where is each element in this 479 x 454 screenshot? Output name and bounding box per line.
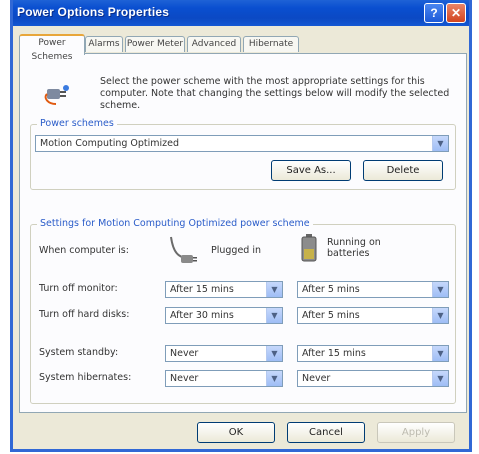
chevron-down-icon[interactable]: ▼: [432, 371, 448, 386]
power-scheme-select[interactable]: Motion Computing Optimized ▼: [35, 135, 449, 152]
monitor-plugged-value: After 15 mins: [170, 284, 234, 295]
title-bar[interactable]: Power Options Properties ? ✕: [13, 0, 469, 26]
hibernate-battery-select[interactable]: Never ▼: [297, 370, 449, 387]
system-hibernates-label: System hibernates:: [39, 372, 132, 383]
hard-disks-battery-select[interactable]: After 5 mins ▼: [297, 307, 449, 324]
tab-alarms[interactable]: Alarms: [85, 36, 123, 52]
chevron-down-icon[interactable]: ▼: [266, 282, 282, 297]
chevron-down-icon[interactable]: ▼: [266, 371, 282, 386]
settings-group-title: Settings for Motion Computing Optimized …: [37, 218, 313, 229]
delete-button[interactable]: Delete: [363, 160, 443, 181]
power-schemes-panel: Select the power scheme with the most ap…: [19, 53, 467, 413]
chevron-down-icon[interactable]: ▼: [266, 346, 282, 361]
save-as-button[interactable]: Save As...: [271, 160, 351, 181]
tab-power-meter[interactable]: Power Meter: [125, 36, 185, 52]
running-on-batteries-label: Running on batteries: [327, 237, 381, 259]
monitor-battery-value: After 5 mins: [302, 284, 360, 295]
power-schemes-group-title: Power schemes: [37, 118, 117, 129]
hibernate-plugged-select[interactable]: Never ▼: [165, 370, 283, 387]
monitor-plugged-select[interactable]: After 15 mins ▼: [165, 281, 283, 298]
help-button[interactable]: ?: [424, 3, 444, 23]
standby-plugged-select[interactable]: Never ▼: [165, 345, 283, 362]
battery-icon: [301, 234, 317, 262]
tab-hibernate[interactable]: Hibernate: [243, 36, 299, 52]
ok-button[interactable]: OK: [197, 422, 275, 443]
window-title: Power Options Properties: [17, 5, 170, 19]
plugged-in-label: Plugged in: [211, 245, 262, 256]
hibernate-battery-value: Never: [302, 373, 331, 384]
turn-off-monitor-label: Turn off monitor:: [39, 283, 118, 294]
chevron-down-icon[interactable]: ▼: [266, 308, 282, 323]
settings-group: Settings for Motion Computing Optimized …: [30, 218, 456, 404]
standby-battery-select[interactable]: After 15 mins ▼: [297, 345, 449, 362]
turn-off-hard-disks-label: Turn off hard disks:: [39, 309, 130, 320]
chevron-down-icon[interactable]: ▼: [432, 282, 448, 297]
hard-disks-battery-value: After 5 mins: [302, 310, 360, 321]
power-options-window: Power Options Properties ? ✕ Power Schem…: [10, 0, 472, 452]
chevron-down-icon[interactable]: ▼: [432, 136, 448, 151]
monitor-battery-select[interactable]: After 5 mins ▼: [297, 281, 449, 298]
tab-power-schemes[interactable]: Power Schemes: [19, 34, 85, 62]
apply-button[interactable]: Apply: [377, 422, 455, 443]
plugged-in-icon: [170, 236, 197, 263]
hibernate-plugged-value: Never: [170, 373, 199, 384]
hard-disks-plugged-select[interactable]: After 30 mins ▼: [165, 307, 283, 324]
power-plug-icon: [44, 85, 69, 105]
close-button[interactable]: ✕: [446, 3, 466, 23]
hard-disks-plugged-value: After 30 mins: [170, 310, 234, 321]
power-schemes-group: Power schemes Motion Computing Optimized…: [30, 118, 456, 190]
scheme-description: Select the power scheme with the most ap…: [100, 76, 450, 111]
power-scheme-value: Motion Computing Optimized: [40, 138, 180, 149]
tab-advanced[interactable]: Advanced: [187, 36, 241, 52]
standby-plugged-value: Never: [170, 348, 199, 359]
chevron-down-icon[interactable]: ▼: [432, 346, 448, 361]
chevron-down-icon[interactable]: ▼: [432, 308, 448, 323]
cancel-button[interactable]: Cancel: [287, 422, 365, 443]
system-standby-label: System standby:: [39, 347, 119, 358]
standby-battery-value: After 15 mins: [302, 348, 366, 359]
when-computer-label: When computer is:: [39, 245, 129, 256]
